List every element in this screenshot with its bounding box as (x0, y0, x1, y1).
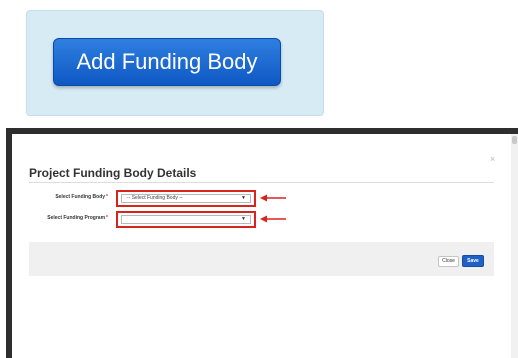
funding-body-select[interactable]: -- Select Funding Body -- ▼ (121, 194, 251, 203)
funding-program-select[interactable]: ▼ (121, 215, 251, 224)
close-button[interactable]: Close (438, 256, 459, 267)
funding-program-label-text: Select Funding Program (47, 215, 106, 221)
title-divider (29, 182, 494, 183)
red-arrow-icon (260, 194, 286, 202)
add-funding-body-button[interactable]: Add Funding Body (53, 38, 281, 86)
caret-down-icon: ▼ (241, 195, 246, 201)
save-button[interactable]: Save (462, 255, 484, 267)
close-icon[interactable]: × (490, 154, 495, 164)
modal-footer: Close Save (29, 242, 494, 276)
scrollbar[interactable] (511, 134, 518, 358)
required-marker: * (106, 194, 108, 200)
funding-body-label: Select Funding Body* (16, 194, 108, 200)
scrollbar-thumb[interactable] (512, 136, 517, 144)
funding-body-highlight: -- Select Funding Body -- ▼ (116, 190, 256, 207)
callout-panel: Add Funding Body (26, 10, 324, 116)
funding-program-label: Select Funding Program* (16, 215, 108, 221)
page: Add Funding Body × Project Funding Body … (0, 0, 518, 358)
funding-program-highlight: ▼ (116, 211, 256, 228)
modal-title: Project Funding Body Details (29, 166, 197, 180)
required-marker: * (106, 215, 108, 221)
funding-body-label-text: Select Funding Body (55, 194, 106, 200)
funding-body-select-value: -- Select Funding Body -- (127, 195, 183, 201)
caret-down-icon: ▼ (241, 216, 246, 222)
funding-body-modal: × Project Funding Body Details Select Fu… (12, 134, 511, 358)
modal-screenshot: × Project Funding Body Details Select Fu… (6, 128, 518, 358)
red-arrow-icon (260, 215, 286, 223)
